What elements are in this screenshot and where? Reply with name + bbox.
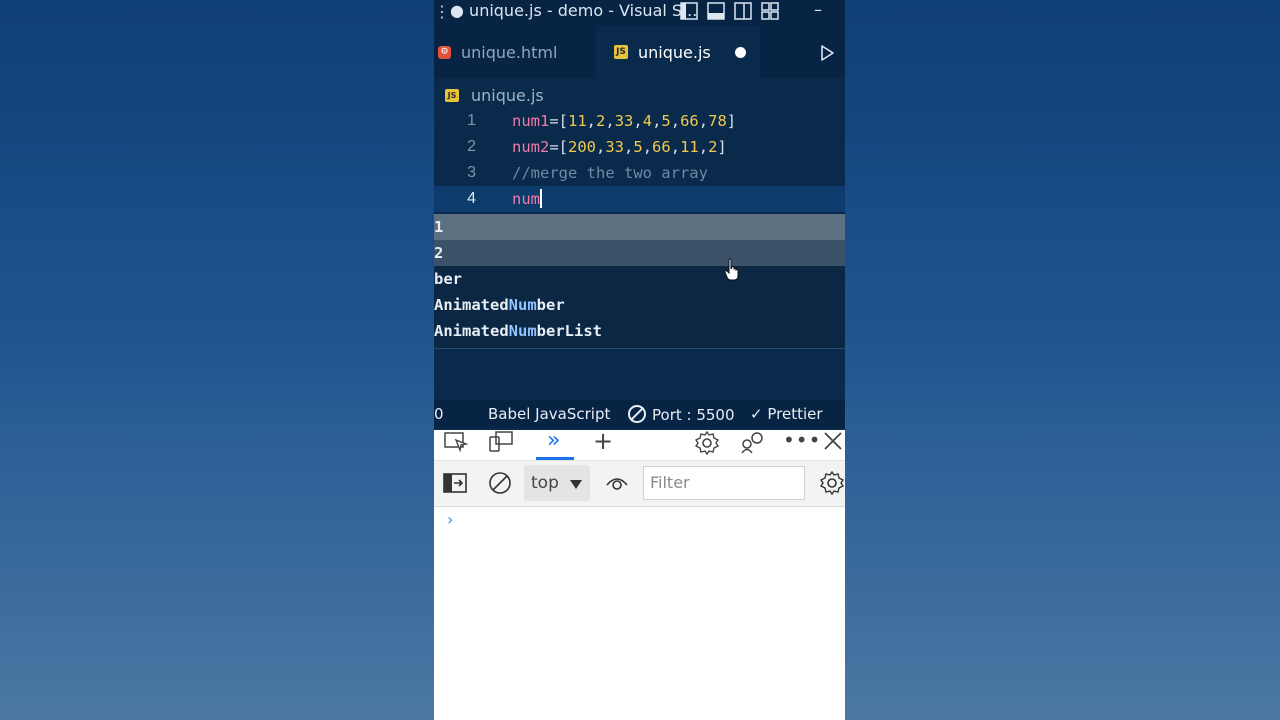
toggle-panel-icon[interactable] <box>707 2 725 20</box>
code-line-active: 4 num <box>434 186 845 212</box>
device-toolbar-icon[interactable] <box>489 431 513 457</box>
code-line: 3 //merge the two array <box>434 160 845 186</box>
settings-gear-icon[interactable] <box>694 430 720 459</box>
dropdown-arrow-icon <box>570 480 582 489</box>
check-double-icon: ✓ <box>750 405 768 423</box>
devtools-toolbar: » + ••• <box>434 427 845 461</box>
console-prompt[interactable]: › <box>447 510 453 529</box>
unsaved-dot-icon[interactable] <box>735 47 746 58</box>
line-number: 1 <box>467 112 476 129</box>
suggestion-text: 2 <box>434 244 444 262</box>
suggestion-text: ber <box>434 270 462 288</box>
autocomplete-suggestions: 1 2 ber AnimatedNumber AnimatedNumberLis… <box>434 214 845 349</box>
close-icon[interactable] <box>823 431 843 455</box>
tab-unique-js[interactable]: JS unique.js <box>596 26 760 78</box>
code-line: 1 num1=[11,2,33,4,5,66,78] <box>434 108 845 134</box>
window-title: ● unique.js - demo - Visual S... <box>450 1 698 20</box>
line-number: 2 <box>467 138 476 155</box>
suggestion-item[interactable]: AnimatedNumber <box>434 292 845 318</box>
line-number: 4 <box>467 190 476 207</box>
context-selector[interactable]: top <box>524 465 590 501</box>
minimize-icon[interactable]: – <box>814 0 828 19</box>
no-entry-icon <box>628 405 646 423</box>
suggestion-item[interactable]: AnimatedNumberList <box>434 318 845 344</box>
layout-controls <box>680 2 779 20</box>
console-settings-gear-icon[interactable] <box>819 470 845 499</box>
filter-field[interactable] <box>643 466 805 500</box>
screen-capture: ⋮ ● unique.js - demo - Visual S... – ⚙ u… <box>434 0 845 720</box>
run-icon[interactable] <box>818 44 836 62</box>
customize-layout-icon[interactable] <box>761 2 779 20</box>
code-text: num1=[11,2,33,4,5,66,78] <box>512 112 737 130</box>
vscode-window: ⋮ ● unique.js - demo - Visual S... – ⚙ u… <box>434 0 845 430</box>
html-file-icon: ⚙ <box>438 45 451 59</box>
code-comment: //merge the two array <box>512 164 708 182</box>
status-bar: 0 Babel JavaScript Port : 5500 ✓ Prettie… <box>434 400 845 428</box>
breadcrumb: JS unique.js <box>434 80 544 110</box>
prettier-label: Prettier <box>767 405 823 423</box>
toggle-secondary-sidebar-icon[interactable] <box>734 2 752 20</box>
tab-label: unique.html <box>461 42 558 62</box>
tab-label: unique.js <box>638 42 711 62</box>
code-editor[interactable]: 1 num1=[11,2,33,4,5,66,78] 2 num2=[200,3… <box>434 108 845 212</box>
suggestion-item[interactable]: ber <box>434 266 845 292</box>
code-line: 2 num2=[200,33,5,66,11,2] <box>434 134 845 160</box>
suggestion-prefix: Animated <box>434 322 509 340</box>
breadcrumb-file[interactable]: unique.js <box>471 86 544 105</box>
live-server-port[interactable]: Port : 5500 <box>628 405 735 424</box>
add-tab-icon[interactable]: + <box>593 427 613 455</box>
problems-count[interactable]: 0 <box>434 405 444 423</box>
inspect-element-icon[interactable] <box>444 431 469 457</box>
suggestion-text: 1 <box>434 218 444 236</box>
js-file-icon: JS <box>445 88 459 102</box>
title-bar: ⋮ ● unique.js - demo - Visual S... – <box>434 0 845 26</box>
line-number: 3 <box>467 164 476 181</box>
editor-tabs: ⚙ unique.html JS unique.js <box>434 26 845 78</box>
js-file-icon: JS <box>614 45 628 59</box>
tab-unique-html[interactable]: ⚙ unique.html <box>434 26 594 78</box>
suggestion-match: Num <box>508 296 537 314</box>
suggestion-rest: berList <box>536 322 602 340</box>
suggestion-item[interactable]: 2 <box>434 240 845 266</box>
prettier-status[interactable]: ✓ Prettier <box>750 405 823 423</box>
console-toolbar: top <box>434 461 845 507</box>
suggestion-prefix: Animated <box>434 296 509 314</box>
typed-text: num <box>512 190 540 208</box>
suggestion-rest: ber <box>536 296 565 314</box>
menu-icon[interactable]: ⋮ <box>434 2 450 21</box>
more-tabs-icon[interactable]: » <box>547 428 560 453</box>
suggestion-match: Num <box>508 322 537 340</box>
live-expression-eye-icon[interactable] <box>605 473 629 497</box>
port-label: Port : 5500 <box>652 406 735 424</box>
more-options-icon[interactable]: ••• <box>783 428 821 452</box>
language-mode[interactable]: Babel JavaScript <box>488 405 610 423</box>
feedback-icon[interactable] <box>740 431 764 459</box>
code-text: num2=[200,33,5,66,11,2] <box>512 138 727 156</box>
context-value: top <box>531 473 559 493</box>
devtools-panel: » + ••• top Filter › <box>434 427 845 720</box>
toggle-primary-sidebar-icon[interactable] <box>680 2 698 20</box>
show-sidebar-icon[interactable] <box>443 472 467 498</box>
clear-console-icon[interactable] <box>488 471 512 499</box>
suggestion-item[interactable]: 1 <box>434 214 845 240</box>
code-text: num <box>512 186 542 212</box>
hand-pointer-icon <box>724 258 740 282</box>
filter-input[interactable] <box>644 467 800 497</box>
active-tab-indicator <box>536 457 574 460</box>
text-caret <box>540 189 542 208</box>
